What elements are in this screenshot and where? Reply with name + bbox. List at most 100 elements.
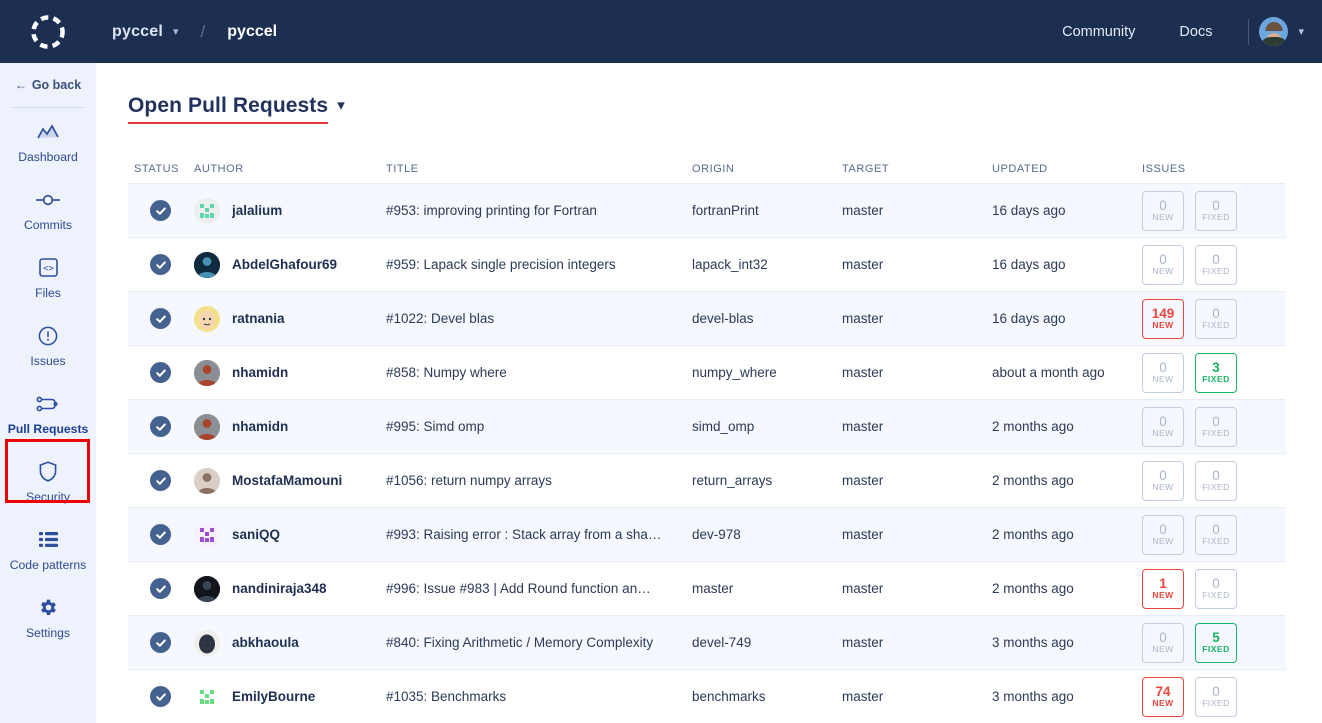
table-row[interactable]: AbdelGhafour69 #959: Lapack single precis… xyxy=(128,237,1286,291)
cell-title[interactable]: #840: Fixing Arithmetic / Memory Complex… xyxy=(386,634,692,652)
cell-title[interactable]: #953: improving printing for Fortran xyxy=(386,202,692,220)
new-issues-badge[interactable]: 149 NEW xyxy=(1142,298,1184,339)
table-row[interactable]: jalalium #953: improving printing for For… xyxy=(128,183,1286,237)
new-issues-badge[interactable]: 0 NEW xyxy=(1142,352,1184,393)
new-issues-badge[interactable]: 0 NEW xyxy=(1142,244,1184,285)
pull-request-title: #993: Raising error : Stack array from a… xyxy=(386,526,662,542)
photo-avatar-icon xyxy=(194,359,220,386)
sidebar-item-label: Dashboard xyxy=(18,149,78,164)
new-issues-badge[interactable]: 0 NEW xyxy=(1142,460,1184,501)
chevron-down-icon[interactable]: ▾ xyxy=(173,25,179,38)
cell-author[interactable]: nhamidn xyxy=(194,413,386,440)
sidebar-item-security[interactable]: Security xyxy=(0,448,96,516)
svg-text:<>: <> xyxy=(43,264,54,274)
new-issues-badge[interactable]: 0 NEW xyxy=(1142,514,1184,555)
column-header-status: STATUS xyxy=(134,163,180,175)
sidebar-item-pull-requests[interactable]: Pull Requests xyxy=(0,380,96,448)
table-row[interactable]: nhamidn #858: Numpy where numpy_where maste… xyxy=(128,345,1286,399)
new-issues-badge[interactable]: 0 NEW xyxy=(1142,622,1184,663)
breadcrumb-repo[interactable]: pyccel xyxy=(227,23,277,41)
cell-author[interactable]: saniQQ xyxy=(194,521,386,548)
check-circle-icon xyxy=(150,416,171,437)
cell-target: master xyxy=(842,526,992,544)
sidebar-item-code-patterns[interactable]: Code patterns xyxy=(0,516,96,584)
cell-title[interactable]: #995: Simd omp xyxy=(386,418,692,436)
cell-author[interactable]: nandiniraja348 xyxy=(194,575,386,602)
cell-origin: lapack_int32 xyxy=(692,256,842,274)
origin-branch: benchmarks xyxy=(692,688,766,704)
go-back-link[interactable]: ← Go back xyxy=(0,63,96,107)
new-issues-count: 0 xyxy=(1159,197,1167,213)
sidebar-item-commits[interactable]: Commits xyxy=(0,176,96,244)
table-row[interactable]: abkhaoula #840: Fixing Arithmetic / Memor… xyxy=(128,615,1286,669)
fixed-issues-badge[interactable]: 0 FIXED xyxy=(1195,298,1237,339)
fixed-issues-badge[interactable]: 0 FIXED xyxy=(1195,190,1237,231)
cell-issues: 0 NEW 0 FIXED xyxy=(1142,244,1286,285)
target-branch: master xyxy=(842,580,884,596)
fixed-issues-badge[interactable]: 0 FIXED xyxy=(1195,514,1237,555)
target-branch: master xyxy=(842,418,884,434)
cell-author[interactable]: nhamidn xyxy=(194,359,386,386)
breadcrumb-org[interactable]: pyccel xyxy=(112,23,163,41)
cell-issues: 0 NEW 0 FIXED xyxy=(1142,190,1286,231)
fixed-issues-badge[interactable]: 0 FIXED xyxy=(1195,460,1237,501)
new-issues-badge[interactable]: 0 NEW xyxy=(1142,406,1184,447)
new-issues-badge[interactable]: 1 NEW xyxy=(1142,568,1184,609)
chart-area-icon xyxy=(37,121,59,143)
cell-target: master xyxy=(842,418,992,436)
cell-title[interactable]: #858: Numpy where xyxy=(386,364,692,382)
table-row[interactable]: ratnania #1022: Devel blas devel-blas maste… xyxy=(128,291,1286,345)
cell-updated: 16 days ago xyxy=(992,310,1142,328)
check-circle-icon xyxy=(150,578,171,599)
table-row[interactable]: nhamidn #995: Simd omp simd_omp master 2 mon… xyxy=(128,399,1286,453)
avatar[interactable] xyxy=(1259,17,1289,46)
cell-author[interactable]: EmilyBourne xyxy=(194,683,386,710)
cell-title[interactable]: #1035: Benchmarks xyxy=(386,688,692,706)
cell-updated: 3 months ago xyxy=(992,634,1142,652)
nav-docs[interactable]: Docs xyxy=(1157,24,1234,40)
cell-title[interactable]: #959: Lapack single precision integers xyxy=(386,256,692,274)
fixed-issues-badge[interactable]: 0 FIXED xyxy=(1195,568,1237,609)
fixed-issues-label: FIXED xyxy=(1202,536,1230,547)
sidebar-item-files[interactable]: <> Files xyxy=(0,244,96,312)
app-logo[interactable] xyxy=(0,0,96,63)
sidebar-item-issues[interactable]: Issues xyxy=(0,312,96,380)
cell-author[interactable]: abkhaoula xyxy=(194,629,386,656)
cell-updated: 2 months ago xyxy=(992,418,1142,436)
chevron-down-icon[interactable]: ▾ xyxy=(337,96,345,114)
cell-updated: about a month ago xyxy=(992,364,1142,382)
new-issues-badge[interactable]: 74 NEW xyxy=(1142,676,1184,717)
fixed-issues-badge[interactable]: 3 FIXED xyxy=(1195,352,1237,393)
fixed-issues-badge[interactable]: 0 FIXED xyxy=(1195,244,1237,285)
table-row[interactable]: MostafaMamouni #1056: return numpy arrays… xyxy=(128,453,1286,507)
cell-author[interactable]: ratnania xyxy=(194,305,386,332)
new-issues-label: NEW xyxy=(1152,212,1174,223)
cell-title[interactable]: #1056: return numpy arrays xyxy=(386,472,692,490)
table-row[interactable]: nandiniraja348 #996: Issue #983 | Add Rou… xyxy=(128,561,1286,615)
nav-community[interactable]: Community xyxy=(1040,24,1157,40)
table-row[interactable]: saniQQ #993: Raising error : Stack array … xyxy=(128,507,1286,561)
cell-title[interactable]: #1022: Devel blas xyxy=(386,310,692,328)
updated-time: 2 months ago xyxy=(992,526,1074,542)
page-title-row[interactable]: Open Pull Requests ▾ xyxy=(128,94,345,124)
fixed-issues-count: 0 xyxy=(1212,467,1220,483)
go-back-label: Go back xyxy=(31,78,82,92)
photo-avatar-icon xyxy=(194,413,220,440)
cell-author[interactable]: AbdelGhafour69 xyxy=(194,251,386,278)
cell-author[interactable]: MostafaMamouni xyxy=(194,467,386,494)
sidebar-item-dashboard[interactable]: Dashboard xyxy=(0,108,96,176)
cell-title[interactable]: #993: Raising error : Stack array from a… xyxy=(386,526,692,544)
new-issues-badge[interactable]: 0 NEW xyxy=(1142,190,1184,231)
table-row[interactable]: EmilyBourne #1035: Benchmarks benchmarks ma… xyxy=(128,669,1286,723)
cell-author[interactable]: jalalium xyxy=(194,197,386,224)
fixed-issues-badge[interactable]: 0 FIXED xyxy=(1195,676,1237,717)
chevron-down-icon[interactable]: ▾ xyxy=(1298,25,1304,38)
fixed-issues-badge[interactable]: 5 FIXED xyxy=(1195,622,1237,663)
fixed-issues-badge[interactable]: 0 FIXED xyxy=(1195,406,1237,447)
cell-origin: simd_omp xyxy=(692,418,842,436)
cell-title[interactable]: #996: Issue #983 | Add Round function an… xyxy=(386,580,692,598)
sidebar-item-settings[interactable]: Settings xyxy=(0,584,96,652)
column-header-title: TITLE xyxy=(386,163,419,175)
fixed-issues-label: FIXED xyxy=(1202,590,1230,601)
author-name: nhamidn xyxy=(232,365,289,380)
